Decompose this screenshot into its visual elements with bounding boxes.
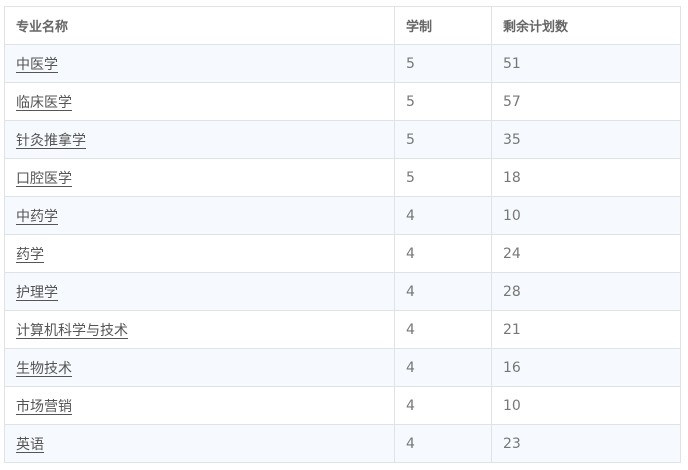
header-remaining: 剩余计划数 <box>491 6 681 45</box>
major-link[interactable]: 口腔医学 <box>16 171 72 187</box>
header-row: 专业名称 学制 剩余计划数 <box>4 6 681 45</box>
remaining-cell: 28 <box>491 272 681 311</box>
major-name-cell: 生物技术 <box>4 348 395 387</box>
major-name-cell: 药学 <box>4 234 395 273</box>
remaining-cell: 23 <box>491 424 681 463</box>
duration-cell: 4 <box>394 196 492 235</box>
major-name-cell: 中药学 <box>4 196 395 235</box>
table-row: 中药学 4 10 <box>4 196 681 235</box>
table-row: 针灸推拿学 5 35 <box>4 120 681 159</box>
major-name-cell: 中医学 <box>4 44 395 83</box>
duration-cell: 5 <box>394 120 492 159</box>
duration-cell: 4 <box>394 310 492 349</box>
remaining-cell: 35 <box>491 120 681 159</box>
remaining-cell: 10 <box>491 196 681 235</box>
major-link[interactable]: 生物技术 <box>16 361 72 377</box>
header-major-name: 专业名称 <box>4 6 395 45</box>
duration-cell: 5 <box>394 82 492 121</box>
major-link[interactable]: 临床医学 <box>16 95 72 111</box>
major-name-cell: 临床医学 <box>4 82 395 121</box>
table-row: 英语 4 23 <box>4 424 681 463</box>
remaining-cell: 21 <box>491 310 681 349</box>
remaining-cell: 10 <box>491 386 681 425</box>
major-name-cell: 护理学 <box>4 272 395 311</box>
major-name-cell: 针灸推拿学 <box>4 120 395 159</box>
duration-cell: 4 <box>394 386 492 425</box>
table-row: 口腔医学 5 18 <box>4 158 681 197</box>
duration-cell: 5 <box>394 44 492 83</box>
major-name-cell: 口腔医学 <box>4 158 395 197</box>
table-row: 临床医学 5 57 <box>4 82 681 121</box>
duration-cell: 4 <box>394 272 492 311</box>
remaining-cell: 16 <box>491 348 681 387</box>
page: 专业名称 学制 剩余计划数 中医学 5 51 临床医学 5 57 针灸推拿学 5… <box>0 0 688 470</box>
remaining-cell: 18 <box>491 158 681 197</box>
table-row: 生物技术 4 16 <box>4 348 681 387</box>
major-link[interactable]: 中医学 <box>16 57 58 73</box>
duration-cell: 4 <box>394 348 492 387</box>
table-header: 专业名称 学制 剩余计划数 <box>4 6 681 45</box>
major-name-cell: 市场营销 <box>4 386 395 425</box>
major-name-cell: 英语 <box>4 424 395 463</box>
duration-cell: 4 <box>394 424 492 463</box>
duration-cell: 5 <box>394 158 492 197</box>
major-link[interactable]: 药学 <box>16 247 44 263</box>
duration-cell: 4 <box>394 234 492 273</box>
table-row: 计算机科学与技术 4 21 <box>4 310 681 349</box>
table-row: 市场营销 4 10 <box>4 386 681 425</box>
major-link[interactable]: 针灸推拿学 <box>16 133 86 149</box>
major-link[interactable]: 计算机科学与技术 <box>16 323 128 339</box>
major-link[interactable]: 中药学 <box>16 209 58 225</box>
table-body: 中医学 5 51 临床医学 5 57 针灸推拿学 5 35 口腔医学 5 18 … <box>4 44 681 463</box>
remaining-cell: 57 <box>491 82 681 121</box>
header-duration: 学制 <box>394 6 492 45</box>
table-row: 中医学 5 51 <box>4 44 681 83</box>
major-name-cell: 计算机科学与技术 <box>4 310 395 349</box>
remaining-cell: 51 <box>491 44 681 83</box>
major-link[interactable]: 市场营销 <box>16 399 72 415</box>
major-link[interactable]: 英语 <box>16 437 44 453</box>
table-row: 护理学 4 28 <box>4 272 681 311</box>
majors-table: 专业名称 学制 剩余计划数 中医学 5 51 临床医学 5 57 针灸推拿学 5… <box>4 6 681 463</box>
remaining-cell: 24 <box>491 234 681 273</box>
table-row: 药学 4 24 <box>4 234 681 273</box>
major-link[interactable]: 护理学 <box>16 285 58 301</box>
